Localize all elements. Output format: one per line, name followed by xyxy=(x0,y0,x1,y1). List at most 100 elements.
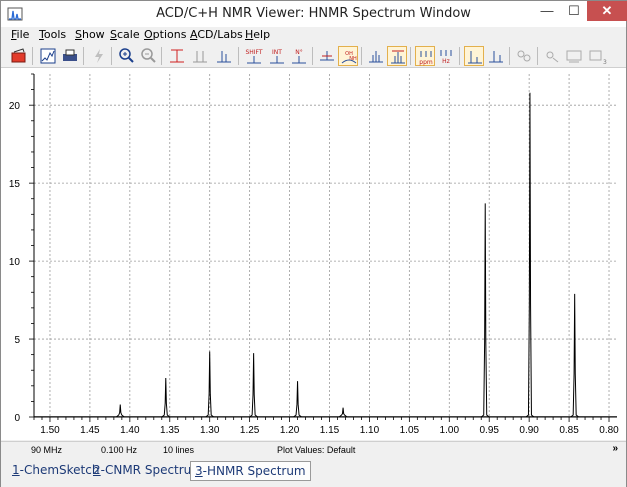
menu-acdlabs[interactable]: ACD/Labs xyxy=(190,28,243,41)
svg-text:ppm: ppm xyxy=(419,59,433,66)
menu-show[interactable]: Show xyxy=(75,28,105,41)
tab-label: -CNMR Spectrum xyxy=(100,463,203,477)
oh-nh-icon[interactable]: OH NH xyxy=(338,46,358,66)
status-bar: 90 MHz 0.100 Hz 10 lines Plot Values: De… xyxy=(1,441,626,457)
x-tick-label: 1.15 xyxy=(320,425,340,436)
toolbar-separator xyxy=(238,47,239,65)
toolbar-separator xyxy=(361,47,362,65)
full-view-icon[interactable] xyxy=(167,46,187,66)
toolbar-separator xyxy=(459,47,460,65)
menu-help[interactable]: Help xyxy=(245,28,270,41)
status-more-button[interactable]: » xyxy=(612,443,618,454)
lightning-icon[interactable] xyxy=(89,46,109,66)
spectrum-plot-area[interactable]: 1.50 1.45 1.40 1.35 1.30 1.25 1.20 1.15 1.10 1.05… xyxy=(1,68,626,440)
spectrum-peak xyxy=(480,203,490,418)
menu-options[interactable]: Options xyxy=(144,28,186,41)
x-tick-label: 0.80 xyxy=(599,425,619,436)
tab-number: 2 xyxy=(93,463,101,477)
spectrum-b-icon[interactable] xyxy=(486,46,506,66)
x-tick-label: 1.10 xyxy=(360,425,380,436)
tools-a-icon[interactable] xyxy=(542,46,562,66)
status-lines: 10 lines xyxy=(163,445,195,455)
toolbar-separator xyxy=(111,47,112,65)
shift-icon[interactable]: SHIFT xyxy=(244,46,264,66)
multiplicity-icon[interactable]: N° xyxy=(289,46,309,66)
peak-pick-icon[interactable] xyxy=(317,46,337,66)
toolbar-separator xyxy=(161,47,162,65)
svg-text:Hz: Hz xyxy=(442,58,450,65)
spectrum-peak xyxy=(338,407,348,418)
title-bar[interactable]: ACD/C+H NMR Viewer: HNMR Spectrum Window… xyxy=(1,1,627,27)
tools-b-icon[interactable] xyxy=(564,46,584,66)
maximize-button[interactable]: ☐ xyxy=(561,1,587,21)
tab-number: 3 xyxy=(195,464,203,478)
window-title: ACD/C+H NMR Viewer: HNMR Spectrum Window xyxy=(156,6,471,21)
menu-file[interactable]: File xyxy=(11,28,29,41)
tools-c-icon[interactable]: 3+ xyxy=(587,46,607,66)
open-icon[interactable] xyxy=(9,46,29,66)
svg-text:SHIFT: SHIFT xyxy=(245,49,262,56)
spectrum-peak xyxy=(570,293,579,418)
spectrum-a-icon[interactable] xyxy=(464,46,484,66)
tab-label: -HNMR Spectrum xyxy=(202,464,306,478)
minimize-button[interactable]: — xyxy=(534,1,560,21)
menu-bar: File Tools Show Scale Options ACD/Labs H… xyxy=(1,27,626,43)
spectrum-peak xyxy=(115,404,125,418)
toolbar-separator xyxy=(410,47,411,65)
toolbar-separator xyxy=(32,47,33,65)
print-icon[interactable] xyxy=(60,46,80,66)
y-tick-label: 15 xyxy=(9,179,21,190)
spectrum-peak xyxy=(293,381,302,418)
status-resolution: 0.100 Hz xyxy=(101,445,138,455)
multiplet-range-icon[interactable] xyxy=(387,46,407,66)
toolbar-separator xyxy=(537,47,538,65)
toolbar-separator xyxy=(509,47,510,65)
toolbar: SHIFT INT N° OH NH ppm Hz 3 xyxy=(1,44,626,68)
y-tick-label: 5 xyxy=(14,335,20,346)
ppm-icon[interactable]: ppm xyxy=(415,46,435,66)
zoom-out-icon[interactable] xyxy=(139,46,159,66)
multiplet-icon[interactable] xyxy=(366,46,386,66)
y-tick-label: 10 xyxy=(9,257,21,268)
spectrum-peak xyxy=(249,353,258,418)
svg-text:N°: N° xyxy=(295,49,303,56)
status-plot-values: Plot Values: Default xyxy=(277,445,356,455)
fit-icon[interactable] xyxy=(214,46,234,66)
toolbar-separator xyxy=(83,47,84,65)
app-window: ACD/C+H NMR Viewer: HNMR Spectrum Window… xyxy=(0,0,627,487)
x-tick-label: 0.95 xyxy=(479,425,499,436)
spectrum-peak xyxy=(161,378,171,418)
x-tick-label: 1.35 xyxy=(160,425,180,436)
x-tick-label: 0.85 xyxy=(559,425,579,436)
x-tick-label: 1.45 xyxy=(80,425,100,436)
tab-number: 1 xyxy=(12,463,20,477)
nmr-spectrum-chart[interactable]: 1.50 1.45 1.40 1.35 1.30 1.25 1.20 1.15 1.10 1.05… xyxy=(1,68,626,440)
x-tick-label: 1.50 xyxy=(40,425,60,436)
spectrum-peak xyxy=(525,92,535,418)
status-frequency: 90 MHz xyxy=(31,445,63,455)
x-tick-label: 1.00 xyxy=(440,425,460,436)
y-tick-label: 20 xyxy=(9,101,21,112)
x-tick-label: 1.40 xyxy=(120,425,140,436)
tab-hnmr-spectrum[interactable]: 3-HNMR Spectrum xyxy=(190,461,311,481)
svg-text:INT: INT xyxy=(272,49,282,56)
molecule-icon[interactable] xyxy=(514,46,534,66)
x-tick-label: 1.30 xyxy=(200,425,220,436)
toolbar-separator xyxy=(312,47,313,65)
zoom-in-icon[interactable] xyxy=(117,46,137,66)
svg-text:3+: 3+ xyxy=(603,59,607,66)
menu-tools[interactable]: Tools xyxy=(39,28,66,41)
document-tabs: 1-ChemSketch 2-CNMR Spectrum 3-HNMR Spec… xyxy=(1,458,626,487)
hz-icon[interactable]: Hz xyxy=(436,46,456,66)
y-tick-label: 0 xyxy=(14,413,20,424)
chart-icon[interactable] xyxy=(38,46,58,66)
menu-scale[interactable]: Scale xyxy=(110,28,140,41)
x-tick-label: 1.05 xyxy=(400,425,420,436)
expand-icon[interactable] xyxy=(190,46,210,66)
integral-icon[interactable]: INT xyxy=(267,46,287,66)
tab-label: -ChemSketch xyxy=(19,463,100,477)
x-tick-label: 0.90 xyxy=(519,425,539,436)
close-button[interactable]: ✕ xyxy=(587,1,627,21)
x-tick-label: 1.20 xyxy=(280,425,300,436)
x-tick-label: 1.25 xyxy=(240,425,260,436)
